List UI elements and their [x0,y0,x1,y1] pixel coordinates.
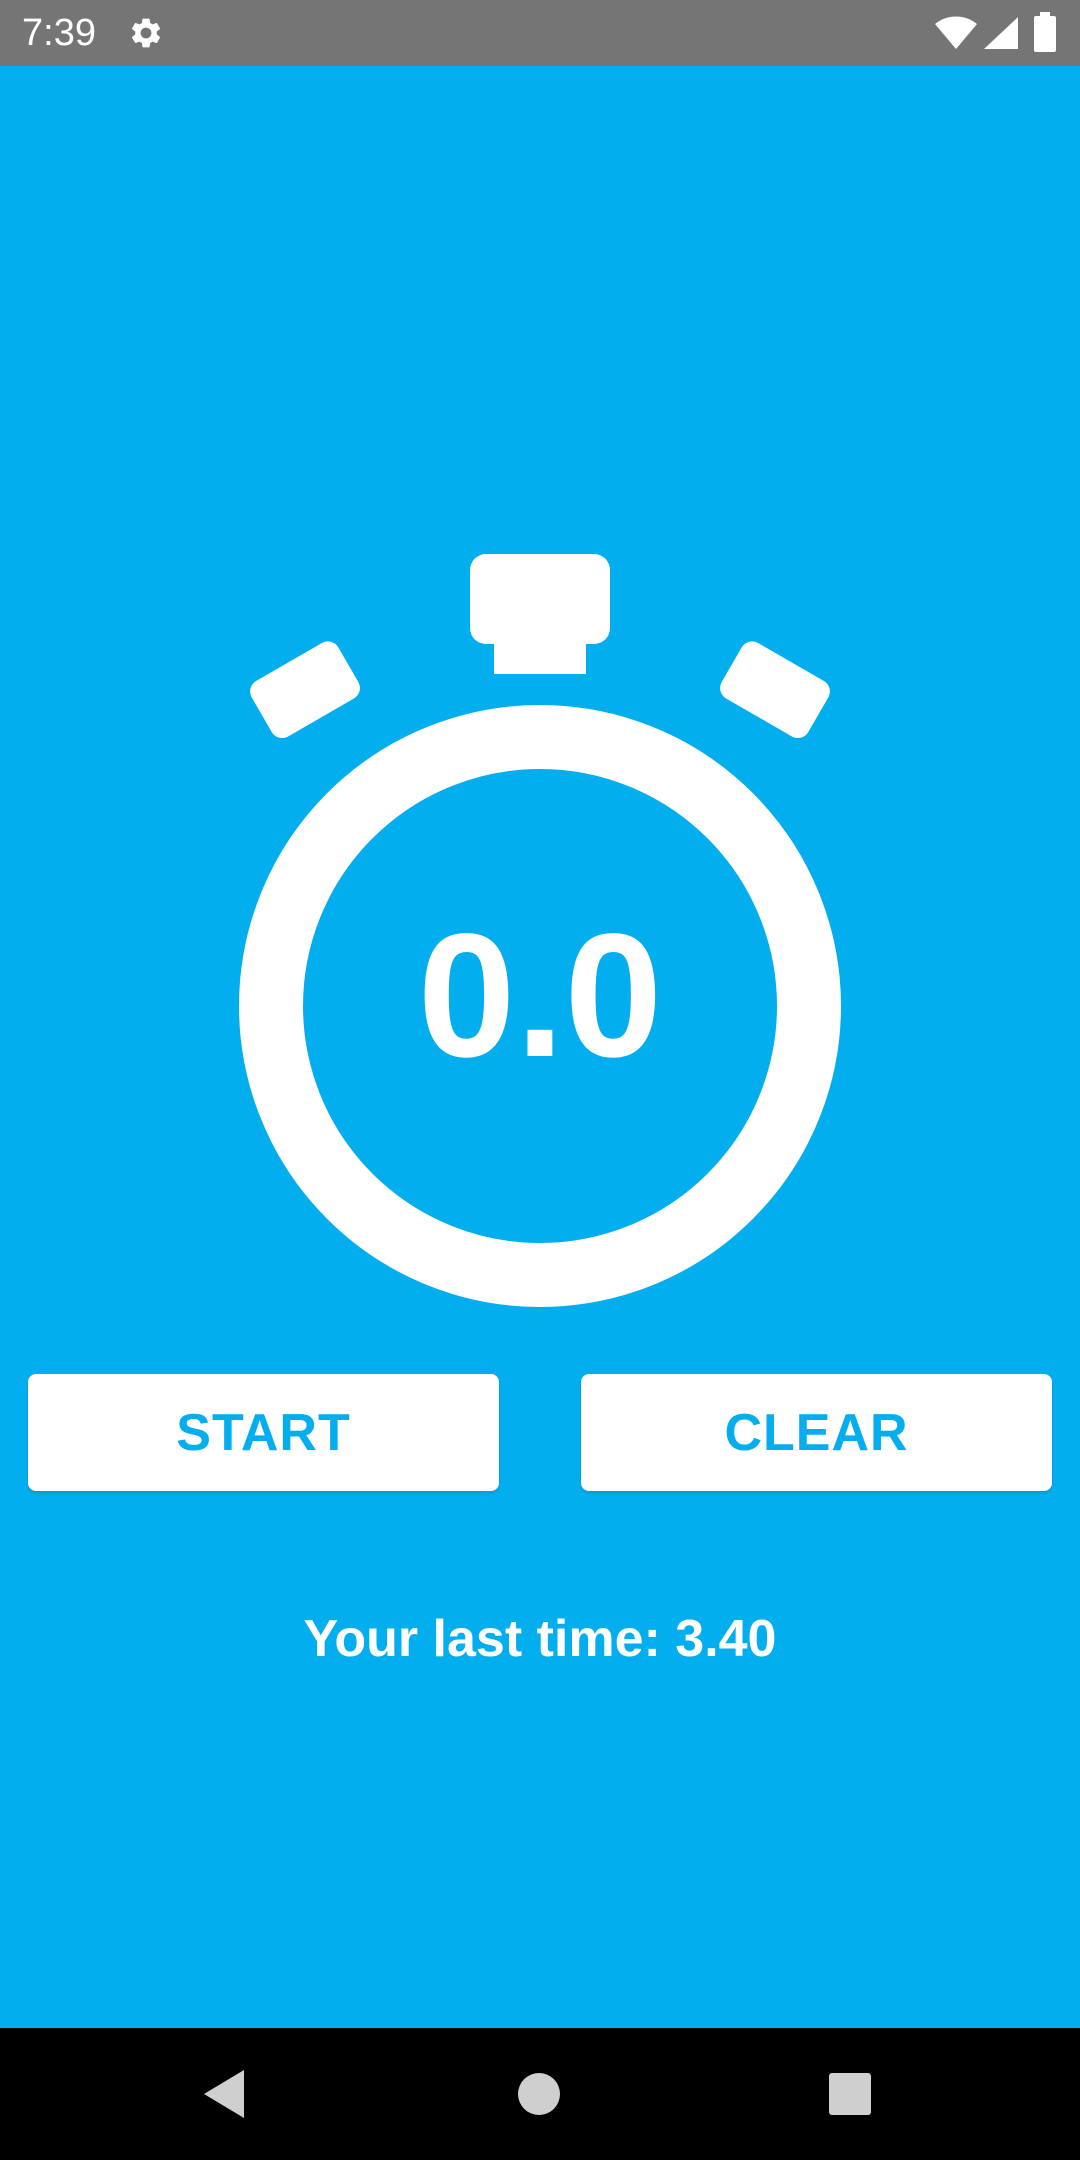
navigation-bar [0,2028,1080,2160]
timer-display: 0.0 [417,898,663,1094]
status-time: 7:39 [22,12,96,54]
clear-button[interactable]: CLEAR [581,1374,1052,1491]
recents-icon[interactable] [828,2072,872,2116]
battery-icon [1034,12,1056,52]
start-button[interactable]: START [28,1374,499,1491]
wifi-icon [935,16,977,49]
status-bar: 7:39 [0,0,1080,66]
signal-icon [984,17,1018,49]
app-area: 0.0 START CLEAR Your last time: 3.40 [0,66,1080,2028]
back-icon[interactable] [200,2068,250,2120]
last-time-label: Your last time: 3.40 [303,1610,777,1668]
gear-icon [132,18,161,48]
home-icon[interactable] [517,2072,561,2116]
